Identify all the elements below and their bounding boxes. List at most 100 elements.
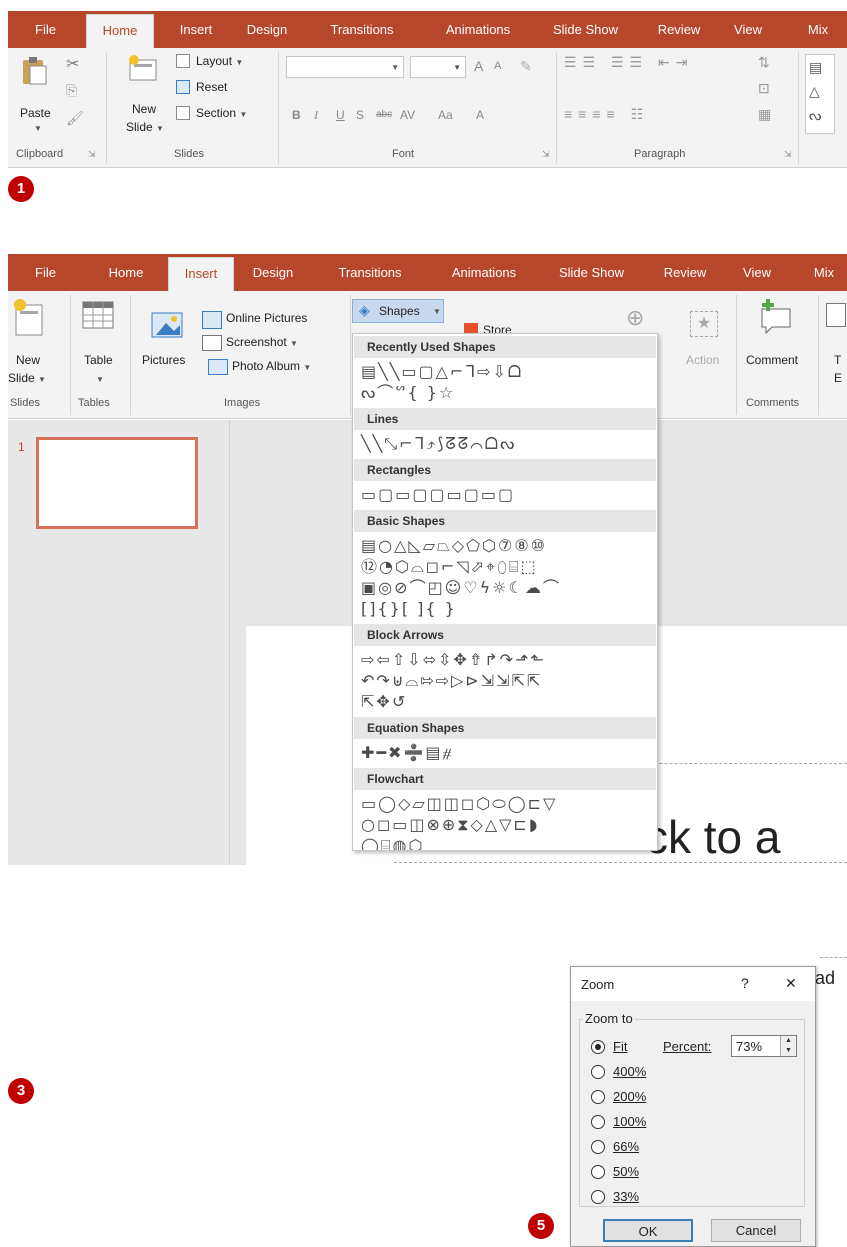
new-slide-label-2[interactable]: Slide ▼ xyxy=(8,371,46,385)
tab-home[interactable]: Home xyxy=(86,14,154,48)
font-name-input[interactable]: ▼ xyxy=(286,56,404,78)
ok-button[interactable]: OK xyxy=(603,1219,693,1242)
radio-label-66[interactable]: 66% xyxy=(613,1139,639,1154)
format-painter-icon[interactable]: 🖌 xyxy=(66,110,84,127)
character-spacing-button[interactable]: AV xyxy=(400,108,415,122)
shape-row[interactable]: []{}[ ]{ } xyxy=(361,599,457,619)
table-dropdown-icon[interactable]: ▼ xyxy=(96,375,104,384)
layout-button[interactable]: Layout ▼ xyxy=(196,54,243,68)
tab-file[interactable]: File xyxy=(18,11,73,48)
shape-row[interactable]: ◯⌸◍⬡ xyxy=(361,836,424,850)
slide-title-placeholder[interactable]: ck to a xyxy=(645,810,781,864)
tab-mix[interactable]: Mix xyxy=(798,11,838,48)
shape-row[interactable]: ▭▢▭▢▢▭▢▭▢ xyxy=(361,485,515,505)
spinner-arrows-icon[interactable]: ▲ ▼ xyxy=(780,1036,796,1056)
shape-row[interactable]: ⑫◔⬡⌓◻⌐◹⬀⌖⬯⌸⬚ xyxy=(361,557,538,577)
shape-row[interactable]: ▤╲╲▭▢△⌐ᒣ⇨⇩ᗝ xyxy=(361,362,523,382)
bold-button[interactable]: B xyxy=(292,108,301,122)
screenshot-button[interactable]: Screenshot ▼ xyxy=(226,335,298,349)
tab-slide-show[interactable]: Slide Show xyxy=(544,254,639,291)
shapes-button[interactable]: ◈ Shapes ▼ xyxy=(352,299,444,323)
tab-review[interactable]: Review xyxy=(646,11,712,48)
strikethrough-button[interactable]: abc xyxy=(376,109,392,120)
shrink-font-button[interactable]: A xyxy=(494,60,501,72)
shadow-button[interactable]: S xyxy=(356,108,364,122)
tab-mix[interactable]: Mix xyxy=(804,254,844,291)
radio-100[interactable] xyxy=(591,1115,605,1129)
tab-animations[interactable]: Animations xyxy=(428,11,528,48)
align-text-icon[interactable]: ⊡ xyxy=(758,80,770,97)
clear-formatting-icon[interactable]: ✎ xyxy=(520,58,532,75)
text-direction-icon[interactable]: ⇅ xyxy=(758,54,770,71)
reset-button[interactable]: Reset xyxy=(196,80,227,94)
smartart-icon[interactable]: ▦ xyxy=(758,106,771,123)
tab-insert[interactable]: Insert xyxy=(170,11,222,48)
shape-row[interactable]: ▭◯◇▱◫◫◻⬡⬭◯⊏▽ xyxy=(361,794,557,814)
tab-insert[interactable]: Insert xyxy=(168,257,234,291)
photo-album-button[interactable]: Photo Album ▼ xyxy=(232,359,311,373)
paste-button[interactable]: Paste xyxy=(20,106,51,120)
comment-button[interactable]: Comment xyxy=(746,353,798,367)
tab-file[interactable]: File xyxy=(18,254,73,291)
grow-font-button[interactable]: A xyxy=(474,58,483,74)
new-slide-label-2[interactable]: Slide ▼ xyxy=(126,120,164,134)
tab-slide-show[interactable]: Slide Show xyxy=(538,11,633,48)
shape-row[interactable]: ▤○△◺▱⏢◇⬠⬡⑦⑧⑩ xyxy=(361,536,547,556)
tab-animations[interactable]: Animations xyxy=(434,254,534,291)
close-icon[interactable]: ✕ xyxy=(785,975,797,992)
radio-400[interactable] xyxy=(591,1065,605,1079)
radio-label-50[interactable]: 50% xyxy=(613,1164,639,1179)
shape-row[interactable]: ᔓ⌒ᔥ{ }☆ xyxy=(361,383,455,403)
radio-66[interactable] xyxy=(591,1140,605,1154)
tab-view[interactable]: View xyxy=(723,11,773,48)
percent-spinner[interactable]: 73% ▲ ▼ xyxy=(731,1035,797,1057)
paste-dropdown-icon[interactable]: ▼ xyxy=(34,124,42,133)
radio-label-200[interactable]: 200% xyxy=(613,1089,646,1104)
shape-row[interactable]: ○◻▭◫⊗⊕⧗◇△▽⊏◗ xyxy=(361,815,539,835)
tab-home[interactable]: Home xyxy=(92,254,160,291)
shape-row[interactable]: ⇱✥↺ xyxy=(361,692,407,712)
new-slide-label[interactable]: New xyxy=(16,353,40,367)
percent-input[interactable]: 73% xyxy=(736,1039,762,1054)
dialog-launcher-icon[interactable]: ⇲ xyxy=(88,149,96,160)
textbox-label-cut[interactable]: T xyxy=(834,353,841,367)
shape-row[interactable]: ▣◎⊘⌒◰☺♡ϟ☼☾☁⌒ xyxy=(361,578,561,598)
tab-view[interactable]: View xyxy=(732,254,782,291)
radio-label-400[interactable]: 400% xyxy=(613,1064,646,1079)
radio-fit[interactable] xyxy=(591,1040,605,1054)
tab-design[interactable]: Design xyxy=(242,254,304,291)
radio-33[interactable] xyxy=(591,1190,605,1204)
change-case-button[interactable]: Aa xyxy=(438,108,453,122)
tab-transitions[interactable]: Transitions xyxy=(312,11,412,48)
tab-design[interactable]: Design xyxy=(236,11,298,48)
font-size-input[interactable]: ▼ xyxy=(410,56,466,78)
cut-icon[interactable]: ✂ xyxy=(66,54,79,74)
new-slide-label[interactable]: New xyxy=(132,102,156,116)
table-button[interactable]: Table xyxy=(84,353,113,367)
list-buttons-icon[interactable]: ☰☰ ☰☰ ⇤⇥ xyxy=(564,54,693,71)
radio-label-33[interactable]: 33% xyxy=(613,1189,639,1204)
slide-subtitle-placeholder[interactable]: ad xyxy=(815,968,835,989)
alignment-buttons-icon[interactable]: ≡≡≡≡ ☷ xyxy=(564,106,649,123)
globe-icon[interactable]: ⊕ xyxy=(626,305,644,331)
tab-review[interactable]: Review xyxy=(652,254,718,291)
slide-thumbnail[interactable] xyxy=(36,437,198,529)
radio-label-fit[interactable]: Fit xyxy=(613,1039,627,1054)
underline-button[interactable]: U xyxy=(336,108,345,122)
section-button[interactable]: Section ▼ xyxy=(196,106,247,120)
cancel-button[interactable]: Cancel xyxy=(711,1219,801,1242)
help-button[interactable]: ? xyxy=(741,975,749,991)
online-pictures-button[interactable]: Online Pictures xyxy=(226,311,307,325)
radio-50[interactable] xyxy=(591,1165,605,1179)
italic-button[interactable]: I xyxy=(314,108,318,123)
pictures-button[interactable]: Pictures xyxy=(142,353,185,367)
action-button[interactable]: Action xyxy=(686,353,719,367)
drawing-shapes-gallery[interactable]: ▤ △ ᔓ xyxy=(805,54,835,134)
font-color-button[interactable]: A xyxy=(476,108,484,122)
shape-row[interactable]: ↶↷⊎⌓⇰⇨▷⊳⇲⇲⇱⇱ xyxy=(361,671,542,691)
shape-row[interactable]: ✚━✖➗▤⧣ xyxy=(361,743,454,763)
dialog-launcher-icon[interactable]: ⇲ xyxy=(542,149,550,160)
shape-row[interactable]: ╲╲⤡⌐ᒣ⤴⟆ᘔᘔ⌒ᗝᔓ xyxy=(361,434,516,454)
copy-icon[interactable]: ⎘ xyxy=(66,82,77,99)
tab-transitions[interactable]: Transitions xyxy=(320,254,420,291)
